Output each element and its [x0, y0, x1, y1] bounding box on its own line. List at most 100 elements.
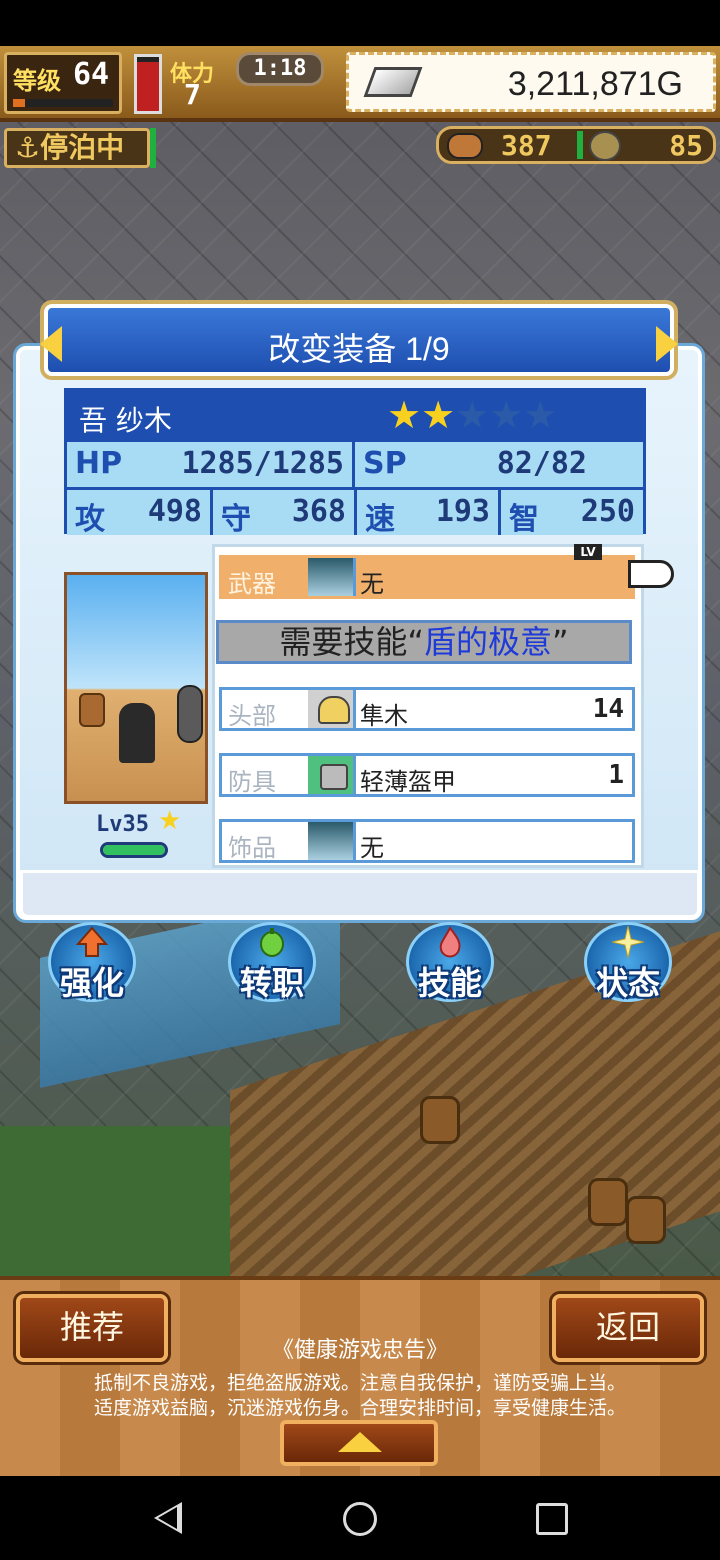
skills-button[interactable]: 技能: [400, 922, 500, 1008]
enhance-button[interactable]: 强化: [42, 922, 142, 1008]
hp-sp-row: HP 1285/1285 SP 82/82: [67, 439, 643, 487]
sp-label: SP: [363, 446, 407, 481]
equip-item-name: 无: [360, 834, 384, 862]
up-triangle-icon: [338, 1432, 382, 1452]
stamina-gauge-fill: [137, 62, 159, 111]
required-skill-name: 盾的极意: [424, 623, 553, 661]
timer: 1:18: [236, 52, 324, 86]
empty-star-icon: ★: [455, 393, 490, 437]
equip-item-name: 轻薄盔甲: [360, 768, 456, 796]
equip-slot-label: 武器: [228, 570, 276, 598]
flame-icon: [439, 926, 461, 958]
def-label: 守: [221, 502, 251, 537]
up-arrow-icon: [76, 926, 108, 957]
def-cell: 守 368: [213, 490, 357, 537]
pointing-hand-icon: [628, 560, 674, 588]
armor-icon: [308, 756, 356, 794]
expand-menu-button[interactable]: [280, 1420, 438, 1466]
food-value: 387: [501, 129, 552, 162]
health-advisory-line: 抵制不良游戏，拒绝盗版游戏。注意自我保护，谨防受骗上当。: [93, 1372, 626, 1394]
exp-bar: [13, 99, 113, 107]
character-stats-card: 吾 纱木 ★★★★★ HP 1285/1285 SP 82/82 攻 498 守…: [64, 388, 646, 537]
character-level: Lv35: [96, 812, 149, 837]
spd-cell: 速 193: [357, 490, 501, 537]
lv-tag: LV: [574, 544, 602, 560]
health-advisory-line: 适度游戏益脑，沉迷游戏伤身。合理安排时间，享受健康生活。: [93, 1397, 626, 1419]
rank-stars: ★★★★★: [387, 395, 557, 435]
anchor-icon: ⚓: [15, 131, 41, 164]
next-character-arrow-icon[interactable]: [656, 326, 678, 362]
int-label: 智: [509, 502, 539, 537]
equip-slot-label: 饰品: [228, 834, 276, 862]
barrel: [420, 1096, 460, 1144]
filled-star-icon: ★: [387, 393, 422, 437]
gold-value: 3,211,871G: [507, 65, 683, 103]
dock-status-label: 停泊中: [40, 131, 125, 164]
back-nav-icon[interactable]: [154, 1502, 182, 1534]
spd-value: 193: [435, 494, 490, 529]
equip-item-name: 无: [360, 570, 384, 598]
system-status-bar: [0, 0, 720, 46]
barrel: [588, 1178, 628, 1226]
spd-label: 速: [365, 502, 395, 537]
barrel: [626, 1196, 666, 1244]
dock-status-button[interactable]: ⚓停泊中: [4, 128, 150, 168]
character-portrait: [64, 572, 208, 804]
pepper-icon: [260, 928, 284, 957]
int-value: 250: [580, 494, 635, 529]
status-label: 状态: [595, 964, 660, 1002]
equip-item-level: 1: [608, 760, 624, 790]
level-label: 等级: [13, 67, 61, 95]
level-star-icon: ★: [158, 806, 182, 836]
resource-divider: [577, 131, 583, 159]
gold-display[interactable]: 3,211,871G: [346, 52, 716, 112]
grass: [0, 1126, 260, 1276]
character-hp-bar: [100, 842, 168, 858]
skills-label: 技能: [417, 964, 482, 1002]
equipment-list: 武器 无 头部 隼木 14 防具 轻薄盔甲 1 饰品 无: [212, 544, 644, 868]
hp-cell: HP 1285/1285: [67, 442, 355, 487]
equip-row-weapon[interactable]: 武器 无: [219, 555, 635, 599]
character-name-row: 吾 纱木 ★★★★★: [67, 391, 643, 439]
home-nav-icon[interactable]: [343, 1502, 377, 1536]
panel-footer: [20, 870, 700, 918]
portrait-barrel: [79, 693, 105, 727]
atk-value: 498: [147, 494, 202, 529]
panel-header: 改变装备 1/9: [40, 304, 678, 376]
empty-slot-icon: [308, 822, 356, 860]
system-navigation-bar: [0, 1476, 720, 1560]
skill-requirement-prefix: 需要技能“: [279, 623, 424, 661]
dock-status-indicator: [150, 128, 156, 168]
equip-row-head[interactable]: 头部 隼木 14: [219, 687, 635, 731]
stamina-value: 7: [184, 78, 201, 111]
food-icon: [447, 133, 483, 159]
recents-nav-icon[interactable]: [536, 1503, 568, 1535]
equip-item-name: 隼木: [360, 702, 408, 730]
sp-value: 82/82: [496, 446, 587, 481]
level-display: 等级 64: [4, 52, 122, 114]
silver-bar-icon: [363, 67, 423, 97]
medal-icon: [589, 131, 621, 161]
attributes-row: 攻 498 守 368 速 193 智 250: [67, 487, 643, 537]
character-sprite: [119, 703, 155, 763]
equip-slot-label: 头部: [228, 702, 276, 730]
medal-value: 85: [669, 129, 703, 162]
hp-label: HP: [75, 446, 123, 481]
stamina-gauge: [134, 54, 162, 114]
status-button[interactable]: 状态: [578, 922, 678, 1008]
change-job-button[interactable]: 转职: [222, 922, 322, 1008]
def-value: 368: [291, 494, 346, 529]
filled-star-icon: ★: [421, 393, 456, 437]
helmet-icon: [308, 690, 356, 728]
equip-row-armor[interactable]: 防具 轻薄盔甲 1: [219, 753, 635, 797]
int-cell: 智 250: [501, 490, 643, 537]
empty-star-icon: ★: [489, 393, 524, 437]
enhance-label: 强化: [59, 964, 124, 1002]
skill-requirement-suffix: ”: [552, 623, 569, 661]
health-advisory-title: 《健康游戏忠告》: [271, 1338, 448, 1363]
sp-cell: SP 82/82: [355, 442, 643, 487]
level-value: 64: [73, 57, 110, 92]
atk-label: 攻: [75, 502, 105, 537]
exp-bar-fill: [13, 99, 25, 107]
equip-row-accessory[interactable]: 饰品 无: [219, 819, 635, 863]
